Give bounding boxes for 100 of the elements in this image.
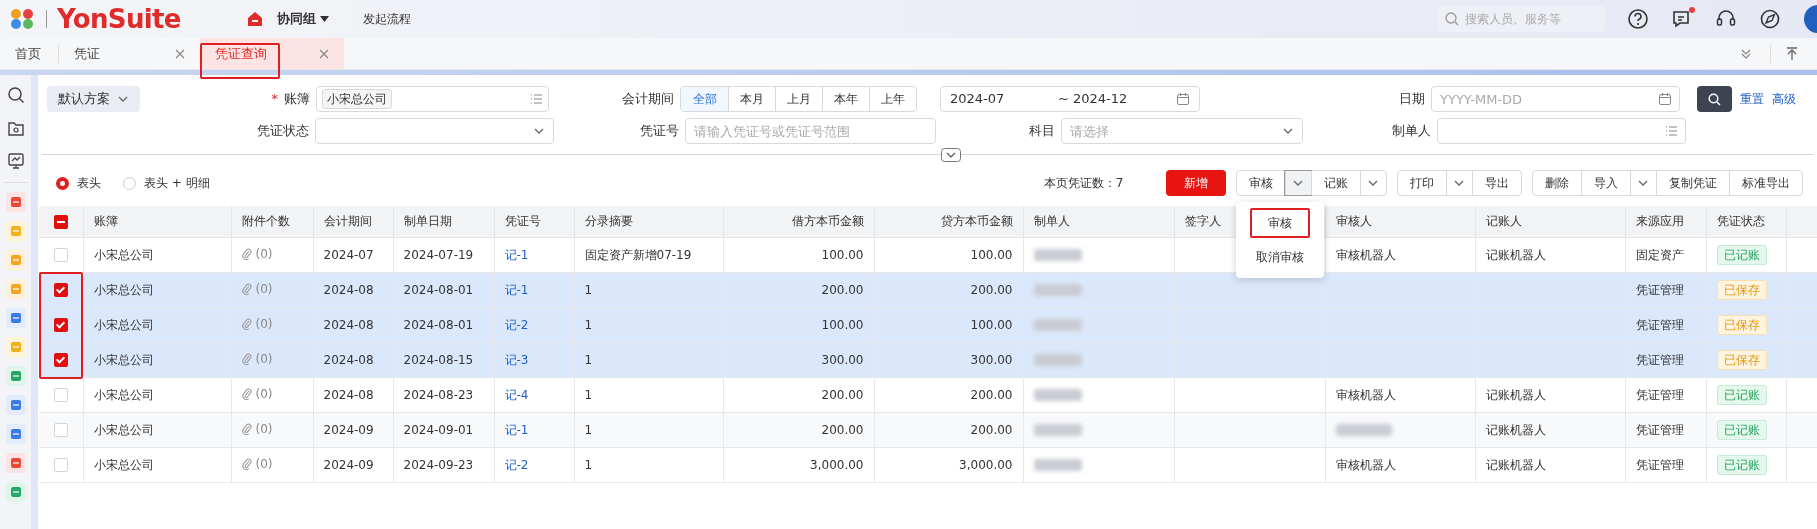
filter-link[interactable]: 高级 [1772, 90, 1796, 108]
avatar-icon[interactable] [1803, 4, 1817, 34]
voucher-link[interactable]: 记-4 [504, 387, 529, 402]
status-tag: 已保存 [1716, 349, 1767, 370]
table-cell: 2024-07-19 [403, 247, 474, 262]
checkbox[interactable] [53, 248, 68, 262]
column-header: 附件个数 [231, 206, 313, 237]
app-icon[interactable] [5, 424, 26, 444]
toolbar-button[interactable]: 导入 [1580, 171, 1630, 195]
nav-link[interactable]: 发起流程 [362, 10, 411, 28]
app-icon[interactable] [5, 366, 26, 386]
app-icon[interactable] [5, 308, 26, 328]
table-cell: 小宋总公司 [93, 317, 154, 332]
app-icon[interactable] [5, 453, 26, 473]
app-icon[interactable] [5, 395, 26, 415]
period-option[interactable]: 上年 [869, 87, 916, 111]
toolbar-button[interactable]: 记账 [1310, 171, 1360, 195]
voucher-link[interactable]: 记-2 [504, 457, 529, 472]
compass-icon[interactable] [1759, 8, 1781, 30]
period-option[interactable]: 本月 [728, 87, 775, 111]
message-icon[interactable] [1671, 8, 1693, 30]
home-icon[interactable] [246, 11, 263, 27]
ledger-field[interactable]: 小宋总公司 [316, 86, 549, 112]
checkbox[interactable] [53, 353, 68, 367]
voucher-link[interactable]: 记-3 [504, 352, 529, 367]
monitor-icon[interactable] [6, 152, 25, 170]
table-cell: 100.00 [821, 317, 864, 332]
voucher-link[interactable]: 记-1 [504, 422, 529, 437]
table-cell: 凭证管理 [1635, 387, 1684, 402]
list-icon [529, 92, 543, 106]
table-cell: 2024-08-01 [403, 317, 474, 332]
date-range-field[interactable]: 2024-07 ~ 2024-12 [940, 86, 1200, 112]
period-option[interactable]: 本年 [822, 87, 869, 111]
dropdown-toggle[interactable] [1284, 171, 1311, 195]
app-icon[interactable] [5, 192, 26, 212]
menu-item[interactable]: 取消审核 [1243, 242, 1316, 272]
checkbox[interactable] [53, 318, 68, 332]
voucher-link[interactable]: 记-2 [504, 317, 529, 332]
voucher-number-field[interactable]: 请输入凭证号或凭证号范围 [685, 118, 936, 144]
status-tag: 已记账 [1716, 419, 1767, 440]
search-field[interactable]: 搜索人员、服务等 [1437, 6, 1605, 32]
tab[interactable]: 凭证查询 [200, 38, 344, 69]
app-icon[interactable] [5, 482, 26, 502]
toolbar-button[interactable]: 删除 [1532, 171, 1581, 195]
voucher-link[interactable]: 记-1 [504, 247, 529, 262]
radio-option[interactable]: 表头 [56, 174, 101, 192]
double-chevron-icon[interactable] [1740, 47, 1752, 60]
toolbar-button[interactable]: 复制凭证 [1655, 171, 1729, 195]
period-option[interactable]: 上月 [775, 87, 822, 111]
status-tag: 已记账 [1716, 384, 1767, 405]
subject-select[interactable]: 请选择 [1061, 118, 1303, 144]
paperclip-icon [241, 317, 252, 330]
table-cell: 凭证管理 [1635, 422, 1684, 437]
menu-item[interactable]: 审核 [1249, 208, 1310, 238]
add-button[interactable]: 新增 [1165, 170, 1226, 196]
radio-option[interactable]: 表头 + 明细 [123, 174, 210, 192]
table-cell: 1 [584, 282, 593, 297]
table-cell: 2024-08 [323, 282, 374, 297]
field-label: 账簿 [284, 90, 311, 109]
table-cell: 2024-08-01 [403, 282, 474, 297]
maker-field[interactable] [1437, 118, 1686, 144]
upload-icon[interactable] [1785, 46, 1799, 61]
table-cell: 记账机器人 [1485, 422, 1546, 437]
paperclip-icon [241, 422, 252, 435]
toolbar-button[interactable]: 打印 [1397, 171, 1446, 195]
nav-menu[interactable]: 协同组 [276, 9, 329, 29]
toolbar-button[interactable]: 标准导出 [1728, 171, 1802, 195]
table-cell: 1 [584, 387, 593, 402]
filter-link[interactable]: 重置 [1740, 90, 1764, 108]
search-icon[interactable] [6, 86, 25, 104]
checkbox[interactable] [53, 388, 68, 402]
checkbox[interactable] [53, 458, 68, 472]
tab[interactable]: 凭证 [59, 38, 200, 69]
paperclip-icon [241, 282, 252, 295]
period-option[interactable]: 全部 [681, 87, 728, 111]
table-cell: 1 [584, 352, 593, 367]
app-icon[interactable] [5, 279, 26, 299]
table-cell: 200.00 [970, 282, 1013, 297]
toolbar-button[interactable]: 审核 [1236, 171, 1285, 195]
list-icon [1664, 124, 1678, 138]
toolbar-button[interactable]: 导出 [1471, 171, 1521, 195]
table-cell: 1 [584, 422, 593, 437]
scheme-dropdown[interactable]: 默认方案 [47, 86, 140, 112]
close-icon[interactable] [175, 48, 185, 59]
paperclip-icon [241, 387, 252, 400]
voucher-link[interactable]: 记-1 [504, 282, 529, 297]
status-tag: 已记账 [1716, 454, 1767, 475]
help-icon[interactable] [1627, 8, 1649, 30]
attachment-count: (0) [255, 280, 273, 298]
close-icon[interactable] [319, 48, 329, 59]
date-field[interactable]: YYYY-MM-DD [1431, 86, 1680, 112]
app-icon[interactable] [5, 250, 26, 270]
collapse-toggle-icon[interactable] [941, 148, 961, 162]
tab[interactable]: 首页 [0, 38, 58, 69]
search-button[interactable] [1697, 86, 1732, 112]
checkbox[interactable] [53, 214, 68, 229]
folder-icon[interactable] [6, 119, 25, 137]
checkbox[interactable] [53, 283, 68, 297]
checkbox[interactable] [53, 423, 68, 437]
field-label: 制单人 [1391, 122, 1432, 141]
